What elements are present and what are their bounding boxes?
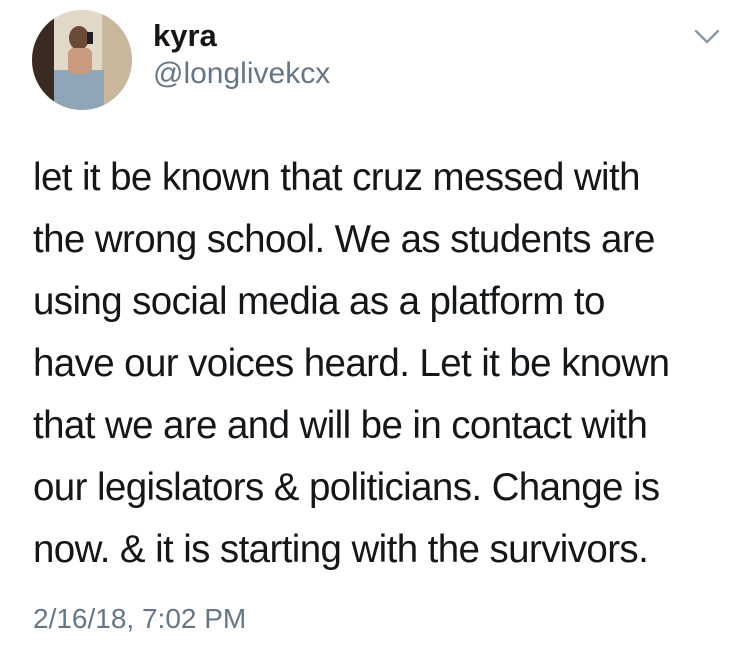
tweet-text-line: the wrong school. We as students are — [33, 218, 655, 261]
tweet-text-line: have our voices heard. Let it be known — [33, 342, 670, 385]
profile-photo-icon — [32, 10, 132, 110]
tweet-text: let it be known that cruz messed with th… — [33, 147, 733, 581]
tweet-card: kyra @longlivekcx let it be known that c… — [0, 0, 750, 666]
tweet-text-line: our legislators & politicians. Change is — [33, 466, 660, 509]
chevron-down-icon[interactable] — [693, 26, 721, 46]
tweet-text-line: using social media as a platform to — [33, 280, 605, 323]
timestamp[interactable]: 2/16/18, 7:02 PM — [33, 602, 246, 636]
tweet-text-line: that we are and will be in contact with — [33, 404, 648, 447]
tweet-text-line: let it be known that cruz messed with — [33, 156, 641, 199]
display-name[interactable]: kyra — [153, 18, 217, 54]
avatar[interactable] — [32, 10, 132, 110]
tweet-text-line: now. & it is starting with the survivors… — [33, 528, 649, 571]
user-handle[interactable]: @longlivekcx — [153, 56, 330, 92]
